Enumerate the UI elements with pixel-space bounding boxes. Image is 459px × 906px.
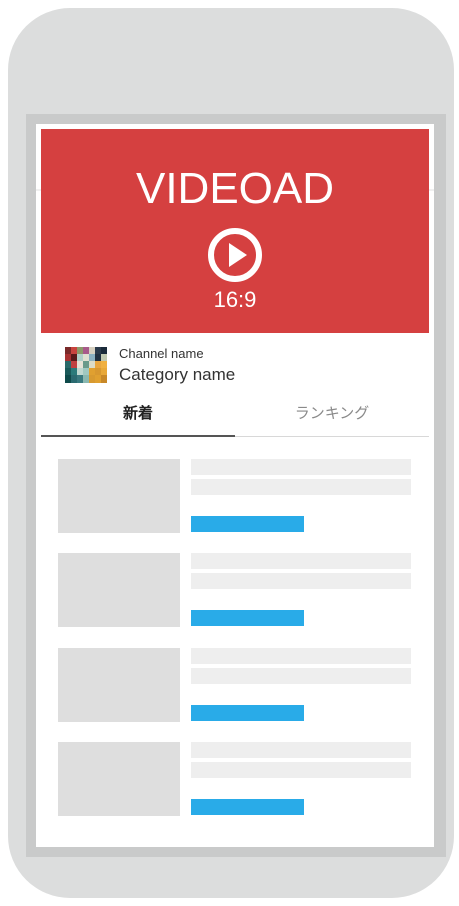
meta-accent-bar (191, 610, 304, 626)
title-placeholder-line (191, 742, 411, 758)
subtitle-placeholder-line (191, 479, 411, 495)
title-placeholder-line (191, 459, 411, 475)
subtitle-placeholder-line (191, 573, 411, 589)
channel-avatar-icon (65, 347, 107, 383)
list-item[interactable] (58, 459, 412, 533)
video-thumbnail-placeholder (58, 553, 180, 627)
subtitle-placeholder-line (191, 668, 411, 684)
play-circle-icon[interactable] (207, 227, 263, 283)
tab-selected-indicator (41, 435, 235, 437)
title-placeholder-line (191, 648, 411, 664)
tab-new[interactable]: 新着 (41, 396, 235, 436)
app-screen: VIDEOAD 16:9 Channel name Category name … (36, 124, 434, 847)
list-item[interactable] (58, 648, 412, 722)
video-thumbnail-placeholder (58, 742, 180, 816)
video-ad-title: VIDEOAD (135, 164, 335, 213)
meta-accent-bar (191, 516, 304, 532)
title-placeholder-line (191, 553, 411, 569)
aspect-ratio-label: 16:9 (213, 287, 257, 312)
video-ad-banner[interactable]: VIDEOAD 16:9 (41, 129, 429, 333)
channel-info[interactable]: Channel name Category name (41, 344, 429, 388)
video-thumbnail-placeholder (58, 459, 180, 533)
category-name: Category name (119, 365, 236, 384)
tab-ranking[interactable]: ランキング (235, 396, 429, 436)
list-item[interactable] (58, 742, 412, 816)
video-thumbnail-placeholder (58, 648, 180, 722)
meta-accent-bar (191, 705, 304, 721)
channel-name: Channel name (119, 346, 204, 361)
meta-accent-bar (191, 799, 304, 815)
subtitle-placeholder-line (191, 762, 411, 778)
list-item[interactable] (58, 553, 412, 627)
tab-bar: 新着 ランキング (41, 396, 429, 438)
